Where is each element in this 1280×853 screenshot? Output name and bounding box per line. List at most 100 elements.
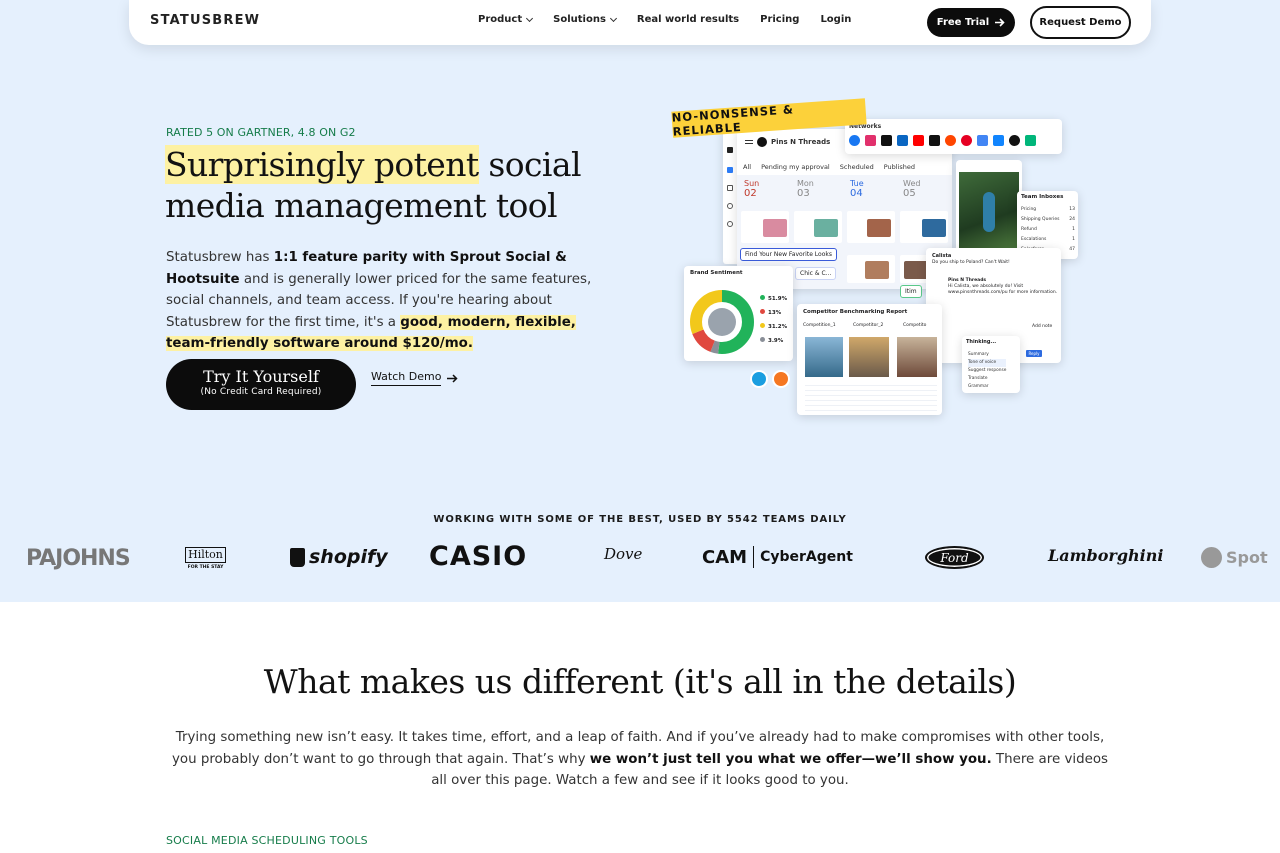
day-sun: Sun 02: [744, 179, 760, 199]
trustpilot-icon[interactable]: [1025, 135, 1036, 146]
facebook-icon[interactable]: [849, 135, 860, 146]
working-with-heading: WORKING WITH SOME OF THE BEST, USED BY 5…: [433, 514, 847, 525]
salesforce-icon: [750, 370, 768, 388]
tab-all[interactable]: All: [743, 163, 751, 171]
x-icon[interactable]: [881, 135, 892, 146]
post-chip-looks[interactable]: Find Your New Favorite Looks: [740, 248, 837, 261]
hilton-logo: Hilton FOR THE STAY: [185, 547, 226, 570]
shopify-logo: shopify: [290, 546, 388, 568]
message-sender: Calista: [932, 253, 952, 259]
linkedin-icon[interactable]: [897, 135, 908, 146]
message-text: Do you ship to Poland? Can't Wait!: [932, 260, 1010, 265]
day-tue: Tue 04: [850, 179, 864, 199]
add-note-button[interactable]: Add note: [1032, 324, 1052, 329]
watch-demo-link[interactable]: Watch Demo: [371, 370, 458, 386]
post-card[interactable]: [847, 255, 895, 283]
nav-solutions-label: Solutions: [553, 14, 606, 25]
pinterest-icon[interactable]: [961, 135, 972, 146]
reply-message: Pins N Threads Hi Calista, we absolutely…: [948, 278, 1058, 295]
tab-scheduled[interactable]: Scheduled: [840, 163, 874, 171]
tab-published[interactable]: Published: [884, 163, 915, 171]
settings-icon: [727, 221, 733, 227]
account-avatar: [757, 137, 767, 147]
top-navigation: STATUSBREW Product Solutions Real world …: [129, 0, 1151, 45]
nav-login[interactable]: Login: [820, 14, 851, 25]
ai-option[interactable]: Suggest response: [968, 367, 1006, 375]
section-description: Trying something new isn’t easy. It take…: [171, 730, 1109, 788]
donut-center: [708, 308, 736, 336]
post-chip-itm[interactable]: Itim: [900, 285, 922, 298]
request-demo-button[interactable]: Request Demo: [1030, 6, 1131, 39]
sentiment-other: 3.9%: [760, 334, 787, 348]
tiktok-icon[interactable]: [929, 135, 940, 146]
post-card[interactable]: [847, 211, 895, 243]
calendar-tabs: All Pending my approval Scheduled Publis…: [743, 163, 915, 171]
try-subtitle: (No Credit Card Required): [200, 387, 322, 397]
threads-icon[interactable]: [1009, 135, 1020, 146]
instagram-icon[interactable]: [865, 135, 876, 146]
youtube-icon[interactable]: [913, 135, 924, 146]
ai-option[interactable]: Translate: [968, 375, 1006, 383]
ford-logo: Ford: [925, 546, 984, 569]
competitor-stats-table: [805, 381, 937, 411]
desc-text-1: Statusbrew has: [166, 250, 274, 265]
ai-assist-dropdown: Thinking... Summary Tone of voice Sugges…: [962, 336, 1020, 393]
sentiment-legend: 51.9% 13% 31.2% 3.9%: [760, 292, 787, 348]
instagram-post-card: [956, 160, 1022, 252]
inbox-item[interactable]: Pricing 13: [1021, 205, 1075, 215]
statusbrew-logo[interactable]: STATUSBREW: [150, 13, 260, 28]
scheduling-tools-label: SOCIAL MEDIA SCHEDULING TOOLS: [166, 834, 368, 847]
chart-icon: [727, 203, 733, 209]
day-mon: Mon 03: [797, 179, 814, 199]
tab-pending[interactable]: Pending my approval: [761, 163, 830, 171]
dove-logo: Dove: [604, 545, 643, 563]
bluesky-icon[interactable]: [993, 135, 1004, 146]
hero-description: Statusbrew has 1:1 feature parity with S…: [166, 247, 616, 355]
ai-option[interactable]: Summary: [968, 351, 1006, 359]
nav-product-label: Product: [478, 14, 523, 25]
arrow-right-icon: [447, 373, 458, 383]
papa-johns-logo: PAJOHNS: [26, 546, 131, 571]
competitor-names: Competition_1 Competitor_2 Competito: [803, 323, 933, 328]
post-card[interactable]: [794, 211, 842, 243]
spotify-logo: Spot: [1201, 547, 1268, 568]
free-trial-button[interactable]: Free Trial: [927, 8, 1015, 37]
nav-solutions[interactable]: Solutions: [553, 14, 617, 25]
account-switcher: Pins N Threads: [745, 137, 830, 147]
rocket-icon: [727, 167, 733, 173]
nav-pricing-label: Pricing: [760, 14, 800, 25]
sentiment-donut-chart: [690, 290, 754, 354]
inbox-item[interactable]: Refund 1: [1021, 225, 1075, 235]
post-chip-chic[interactable]: Chic & C...: [795, 267, 837, 280]
reply-button[interactable]: Reply: [1026, 350, 1042, 357]
inbox-item[interactable]: Shipping Queries 24: [1021, 215, 1075, 225]
ai-option[interactable]: Grammar: [968, 383, 1006, 391]
watch-demo-label: Watch Demo: [371, 370, 442, 386]
brand-sentiment-label: Brand Sentiment: [690, 270, 743, 276]
sentiment-negative: 13%: [760, 306, 787, 320]
arrow-right-icon: [995, 18, 1005, 27]
menu-icon: [745, 140, 753, 144]
nav-pricing[interactable]: Pricing: [760, 14, 799, 25]
post-card[interactable]: [741, 211, 789, 243]
reddit-icon[interactable]: [945, 135, 956, 146]
brand-sentiment-card: Brand Sentiment 51.9% 13% 31.2% 3.9%: [684, 266, 793, 361]
chevron-down-icon: [609, 14, 617, 22]
nav-login-label: Login: [820, 14, 852, 25]
ai-thinking-label: Thinking...: [966, 339, 997, 345]
nav-product[interactable]: Product: [478, 14, 534, 25]
free-trial-label: Free Trial: [936, 17, 990, 28]
try-title: Try It Yourself: [203, 367, 319, 386]
post-card[interactable]: [900, 211, 948, 243]
chevron-down-icon: [526, 14, 534, 22]
hero-title: Surprisingly potent social media managem…: [165, 144, 635, 226]
account-name: Pins N Threads: [771, 138, 831, 146]
nav-real-world-results[interactable]: Real world results: [637, 14, 739, 25]
lamborghini-logo: Lamborghini: [1048, 546, 1164, 565]
try-it-yourself-button[interactable]: Try It Yourself (No Credit Card Required…: [166, 359, 356, 410]
inbox-item[interactable]: Escalations 1: [1021, 235, 1075, 245]
google-business-icon[interactable]: [977, 135, 988, 146]
request-demo-label: Request Demo: [1039, 17, 1122, 28]
ai-option[interactable]: Tone of voice: [968, 359, 1007, 367]
post-image: [959, 172, 1019, 249]
